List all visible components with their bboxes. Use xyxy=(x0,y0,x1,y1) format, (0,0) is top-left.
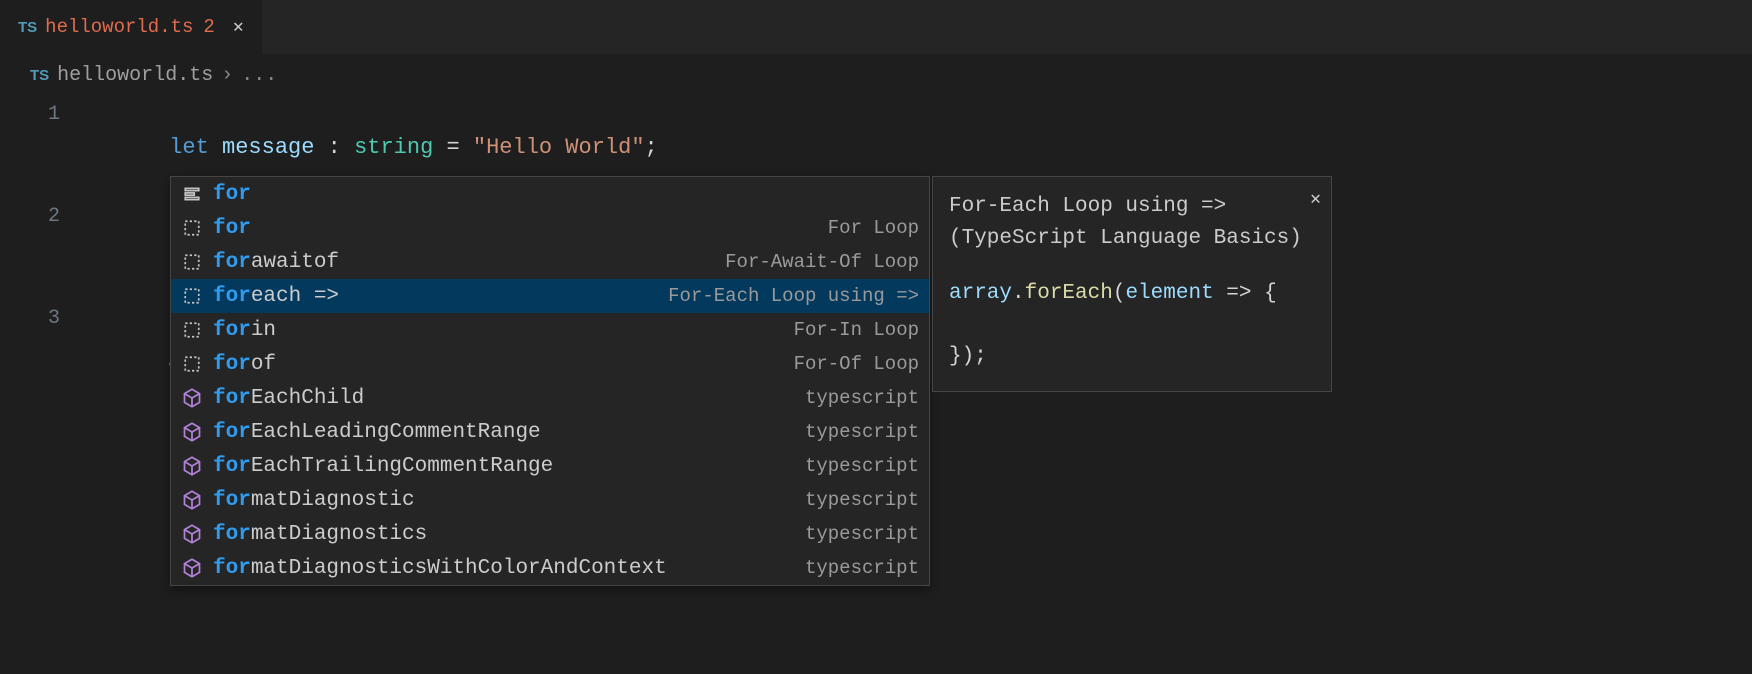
suggestion-item[interactable]: for xyxy=(171,177,929,211)
breadcrumb[interactable]: TS helloworld.ts › ... xyxy=(0,54,1752,97)
line-number: 2 xyxy=(0,200,90,234)
suggestion-description: For-Each Loop using => xyxy=(668,285,919,307)
suggestion-label: formatDiagnosticsWithColorAndContext xyxy=(213,557,667,580)
keyword-let: let xyxy=(169,135,209,160)
snippet-icon xyxy=(181,219,203,237)
suggestion-label: forEachTrailingCommentRange xyxy=(213,455,553,478)
suggestion-label: forin xyxy=(213,319,276,342)
suggestion-description: typescript xyxy=(805,523,919,545)
suggestion-description: For Loop xyxy=(828,217,919,239)
breadcrumb-file[interactable]: helloworld.ts xyxy=(57,64,213,87)
suggestion-widget[interactable]: for for For Loop forawaitof For-Await-Of Loo… xyxy=(170,176,930,586)
suggestion-label: forEachChild xyxy=(213,387,364,410)
snippet-icon xyxy=(181,253,203,271)
suggestion-label: for xyxy=(213,217,251,240)
suggestion-item[interactable]: forin For-In Loop xyxy=(171,313,929,347)
suggestion-item[interactable]: forof For-Of Loop xyxy=(171,347,929,381)
suggestion-description: typescript xyxy=(805,387,919,409)
suggestion-description: For-In Loop xyxy=(794,319,919,341)
module-icon xyxy=(181,456,203,476)
punct-semi: ; xyxy=(645,135,658,160)
typescript-icon: TS xyxy=(30,67,49,84)
suggestion-item[interactable]: forEachChild typescript xyxy=(171,381,929,415)
suggestion-description: For-Of Loop xyxy=(794,353,919,375)
tab-helloworld[interactable]: TS helloworld.ts 2 ✕ xyxy=(0,0,263,54)
suggestion-item[interactable]: formatDiagnostic typescript xyxy=(171,483,929,517)
suggestion-label: forof xyxy=(213,353,276,376)
suggestion-item[interactable]: foreach => For-Each Loop using => xyxy=(171,279,929,313)
tab-bar: TS helloworld.ts 2 ✕ xyxy=(0,0,1752,54)
suggestion-description: typescript xyxy=(805,557,919,579)
tab-problem-count: 2 xyxy=(203,16,214,38)
suggestion-label: formatDiagnostic xyxy=(213,489,415,512)
suggestion-label: forawaitof xyxy=(213,251,339,274)
module-icon xyxy=(181,558,203,578)
suggestion-item[interactable]: forEachLeadingCommentRange typescript xyxy=(171,415,929,449)
typescript-icon: TS xyxy=(18,19,37,36)
module-icon xyxy=(181,422,203,442)
line-number: 3 xyxy=(0,302,90,336)
suggestion-label: forEachLeadingCommentRange xyxy=(213,421,541,444)
suggestion-label: foreach => xyxy=(213,285,339,308)
close-icon[interactable]: ✕ xyxy=(1310,187,1321,214)
module-icon xyxy=(181,524,203,544)
suggestion-label: for xyxy=(213,183,251,206)
suggestion-documentation: ✕ For-Each Loop using => (TypeScript Lan… xyxy=(932,176,1332,392)
module-icon xyxy=(181,388,203,408)
snippet-icon xyxy=(181,355,203,373)
punct-colon: : xyxy=(314,135,354,160)
suggestion-item[interactable]: forEachTrailingCommentRange typescript xyxy=(171,449,929,483)
type-string: string xyxy=(354,135,433,160)
close-icon[interactable]: ✕ xyxy=(233,16,244,38)
doc-title: For-Each Loop using => (TypeScript Langu… xyxy=(949,191,1315,254)
doc-code-snippet: array.forEach(element => { }); xyxy=(949,278,1315,373)
punct-eq: = xyxy=(433,135,473,160)
suggestion-description: typescript xyxy=(805,489,919,511)
identifier-message: message xyxy=(222,135,314,160)
suggestion-item[interactable]: forawaitof For-Await-Of Loop xyxy=(171,245,929,279)
string-literal: "Hello World" xyxy=(473,135,645,160)
snippet-icon xyxy=(181,287,203,305)
module-icon xyxy=(181,490,203,510)
suggestion-item[interactable]: formatDiagnostics typescript xyxy=(171,517,929,551)
suggestion-description: For-Await-Of Loop xyxy=(725,251,919,273)
suggestion-item[interactable]: for For Loop xyxy=(171,211,929,245)
snippet-icon xyxy=(181,321,203,339)
chevron-right-icon: › xyxy=(221,64,233,87)
line-number: 1 xyxy=(0,98,90,132)
breadcrumb-more[interactable]: ... xyxy=(241,64,277,87)
suggestion-description: typescript xyxy=(805,455,919,477)
suggestion-description: typescript xyxy=(805,421,919,443)
keyword-icon xyxy=(181,185,203,203)
tab-filename: helloworld.ts xyxy=(45,16,193,38)
suggestion-item[interactable]: formatDiagnosticsWithColorAndContext type… xyxy=(171,551,929,585)
suggestion-label: formatDiagnostics xyxy=(213,523,427,546)
